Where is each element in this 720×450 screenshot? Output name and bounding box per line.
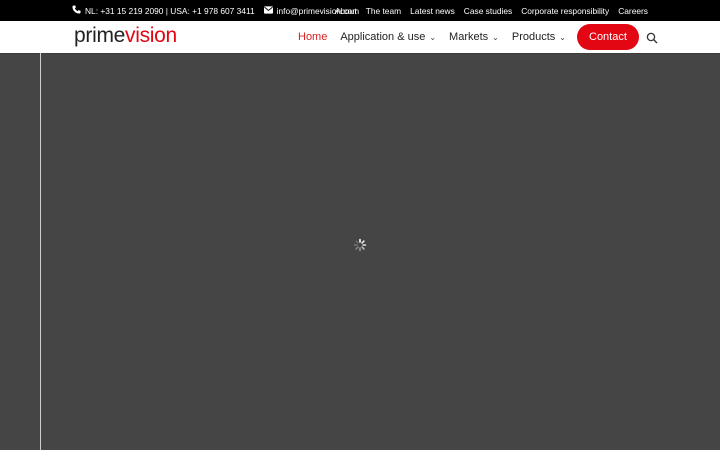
loading-spinner-icon (353, 238, 367, 252)
main-header: primevision Home Application & use ⌄ Mar… (0, 21, 720, 53)
nav-products[interactable]: Products ⌄ (512, 31, 566, 43)
logo-text-vision: vision (125, 24, 177, 47)
top-link-news[interactable]: Latest news (410, 6, 455, 16)
chevron-down-icon: ⌄ (559, 32, 566, 42)
nav-home-label: Home (298, 31, 328, 43)
phone-icon (72, 5, 81, 16)
nav-markets[interactable]: Markets ⌄ (449, 31, 499, 43)
content-divider (40, 53, 41, 450)
logo-text-prime: prime (74, 24, 126, 47)
logo[interactable]: primevision (74, 23, 177, 49)
envelope-icon (263, 5, 273, 16)
main-nav: Home Application & use ⌄ Markets ⌄ Produ… (298, 21, 639, 53)
top-bar: NL: +31 15 219 2090 | USA: +1 978 607 34… (0, 0, 720, 21)
nav-markets-label: Markets (449, 31, 489, 43)
chevron-down-icon: ⌄ (492, 32, 499, 42)
nav-products-label: Products (511, 31, 556, 43)
contact-button[interactable]: Contact (577, 24, 639, 50)
search-icon[interactable] (646, 31, 658, 44)
top-links: About The team Latest news Case studies … (335, 0, 648, 21)
top-link-corporate-responsibility[interactable]: Corporate responsibility (521, 6, 609, 16)
top-link-team[interactable]: The team (366, 6, 401, 16)
top-link-careers[interactable]: Careers (618, 6, 648, 16)
nav-application-use[interactable]: Application & use ⌄ (340, 31, 436, 43)
top-link-case-studies[interactable]: Case studies (464, 6, 512, 16)
phone-numbers[interactable]: NL: +31 15 219 2090 | USA: +1 978 607 34… (85, 6, 255, 16)
nav-application-label: Application & use (340, 31, 426, 43)
top-link-about[interactable]: About (335, 6, 357, 16)
nav-home[interactable]: Home (298, 31, 327, 43)
top-contact-info: NL: +31 15 219 2090 | USA: +1 978 607 34… (72, 0, 359, 21)
chevron-down-icon: ⌄ (429, 32, 437, 42)
